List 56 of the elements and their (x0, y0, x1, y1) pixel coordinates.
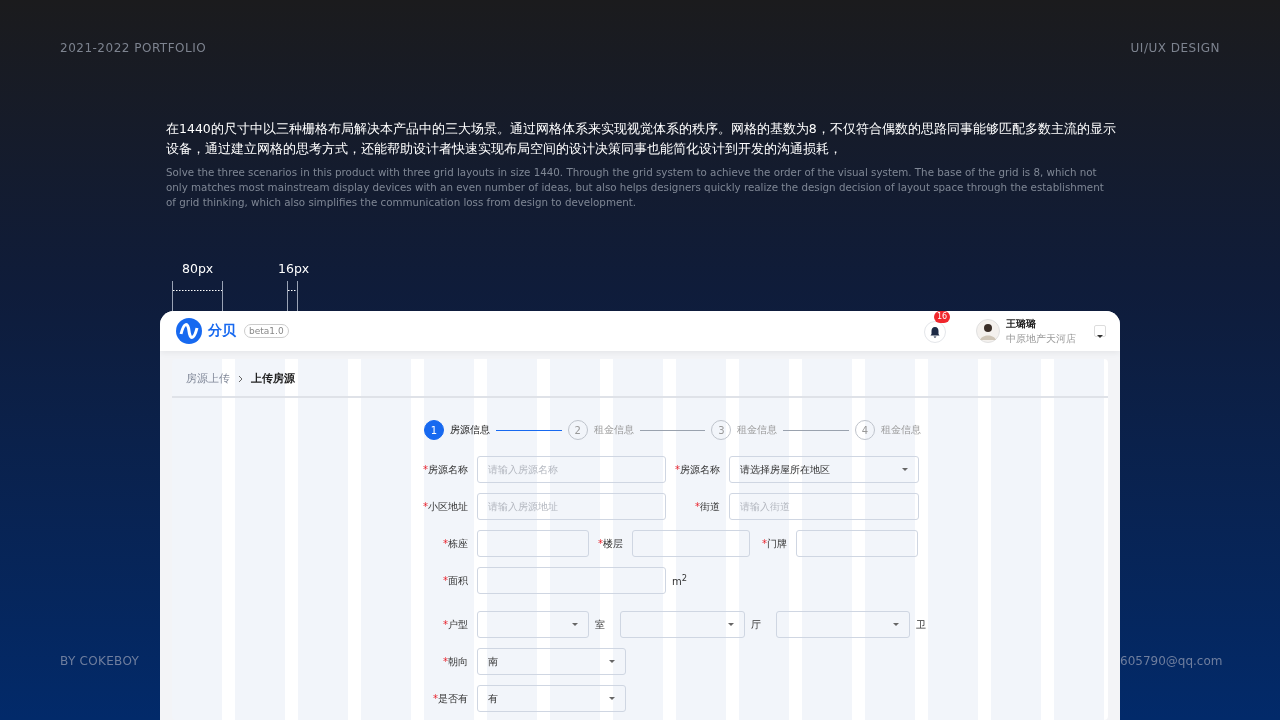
caret-icon (902, 468, 908, 471)
unit-label: 室 (595, 617, 606, 632)
field-label: *朝向 (442, 654, 468, 669)
step-label[interactable]: 房源信息 (450, 423, 490, 437)
portfolio-label: 2021-2022 PORTFOLIO (60, 41, 207, 55)
field-label: *房源名称 (422, 462, 468, 477)
logo-icon (176, 318, 202, 344)
input-field[interactable] (477, 530, 589, 557)
step-label[interactable]: 租金信息 (881, 423, 921, 437)
input-field[interactable] (477, 567, 666, 594)
user-name: 王璐璐 (1006, 316, 1037, 331)
unit-label: 卫 (916, 617, 927, 632)
select-field[interactable] (477, 611, 589, 638)
caret-icon (572, 623, 578, 626)
user-store: 中原地产天河店 (1006, 331, 1076, 346)
field-label: *街道 (694, 499, 720, 514)
field-label: *小区地址 (422, 499, 468, 514)
caret-icon (609, 660, 615, 663)
step-label[interactable]: 租金信息 (593, 423, 634, 437)
caret-icon (893, 623, 899, 626)
select-field[interactable] (776, 611, 910, 638)
field-label: *户型 (442, 617, 468, 632)
input-field[interactable] (796, 530, 918, 557)
field-label: *门牌 (761, 536, 787, 551)
credit-label: BY COKEBOY (60, 654, 140, 668)
select-field[interactable]: 有 (477, 685, 626, 712)
intro-paragraph: Solve the three scenarios in this product with three grid layouts in size 1440. Through the grid system to achieve the order of the visual system. The base of the grid is 8, which not only matches most mainstream display devices with an even number of ideas, but also helps designers quickly realize the design decision of layout space through the establishment of grid thinking, which also simplifies the communication loss from design to development. (166, 165, 1105, 210)
select-field[interactable]: 请选择房屋所在地区 (729, 456, 919, 483)
chevron-icon (238, 374, 243, 383)
email-label: 605790@qq.com (1120, 654, 1223, 668)
unit-label: m$^{2}$ (672, 573, 689, 588)
intro-paragraph: 在1440的尺寸中以三种栅格布局解决本产品中的三大场景。通过网格体系来实现视觉体系的秩序。网格的基数为8，不仅符合偶数的思路同事能够匹配多数主流的显示设备，通过建立网格的思考方式，还能帮助设计者快速实现布局空间的设计决策同事也能简化设计到开发的沟通损耗， (166, 120, 1116, 158)
step-label[interactable]: 租金信息 (737, 423, 778, 437)
field-label: *栋座 (442, 536, 468, 551)
step-number: 1 (424, 420, 444, 440)
dropdown-button[interactable] (1094, 325, 1106, 337)
category-label: UI/UX DESIGN (1130, 41, 1220, 55)
select-field[interactable] (620, 611, 745, 638)
select-field[interactable]: 南 (477, 648, 626, 675)
field-label: *是否有 (432, 691, 468, 706)
field-label: *楼层 (597, 536, 623, 551)
caret-icon (1097, 335, 1103, 338)
brand-name: 分贝 (208, 322, 236, 340)
unit-label: 厅 (751, 617, 762, 632)
input-field[interactable] (632, 530, 750, 557)
breadcrumb-link[interactable]: 上传房源 (251, 371, 295, 386)
dimension-label: 80px (182, 261, 214, 276)
dimension-label: 16px (278, 261, 310, 276)
field-label: *面积 (442, 573, 468, 588)
bell-icon (930, 326, 940, 338)
field-label: *房源名称 (674, 462, 720, 477)
notification-count: 16 (934, 311, 951, 323)
avatar (976, 319, 1000, 343)
caret-icon (728, 623, 734, 626)
caret-icon (609, 697, 615, 700)
breadcrumb-link[interactable]: 房源上传 (186, 371, 230, 386)
